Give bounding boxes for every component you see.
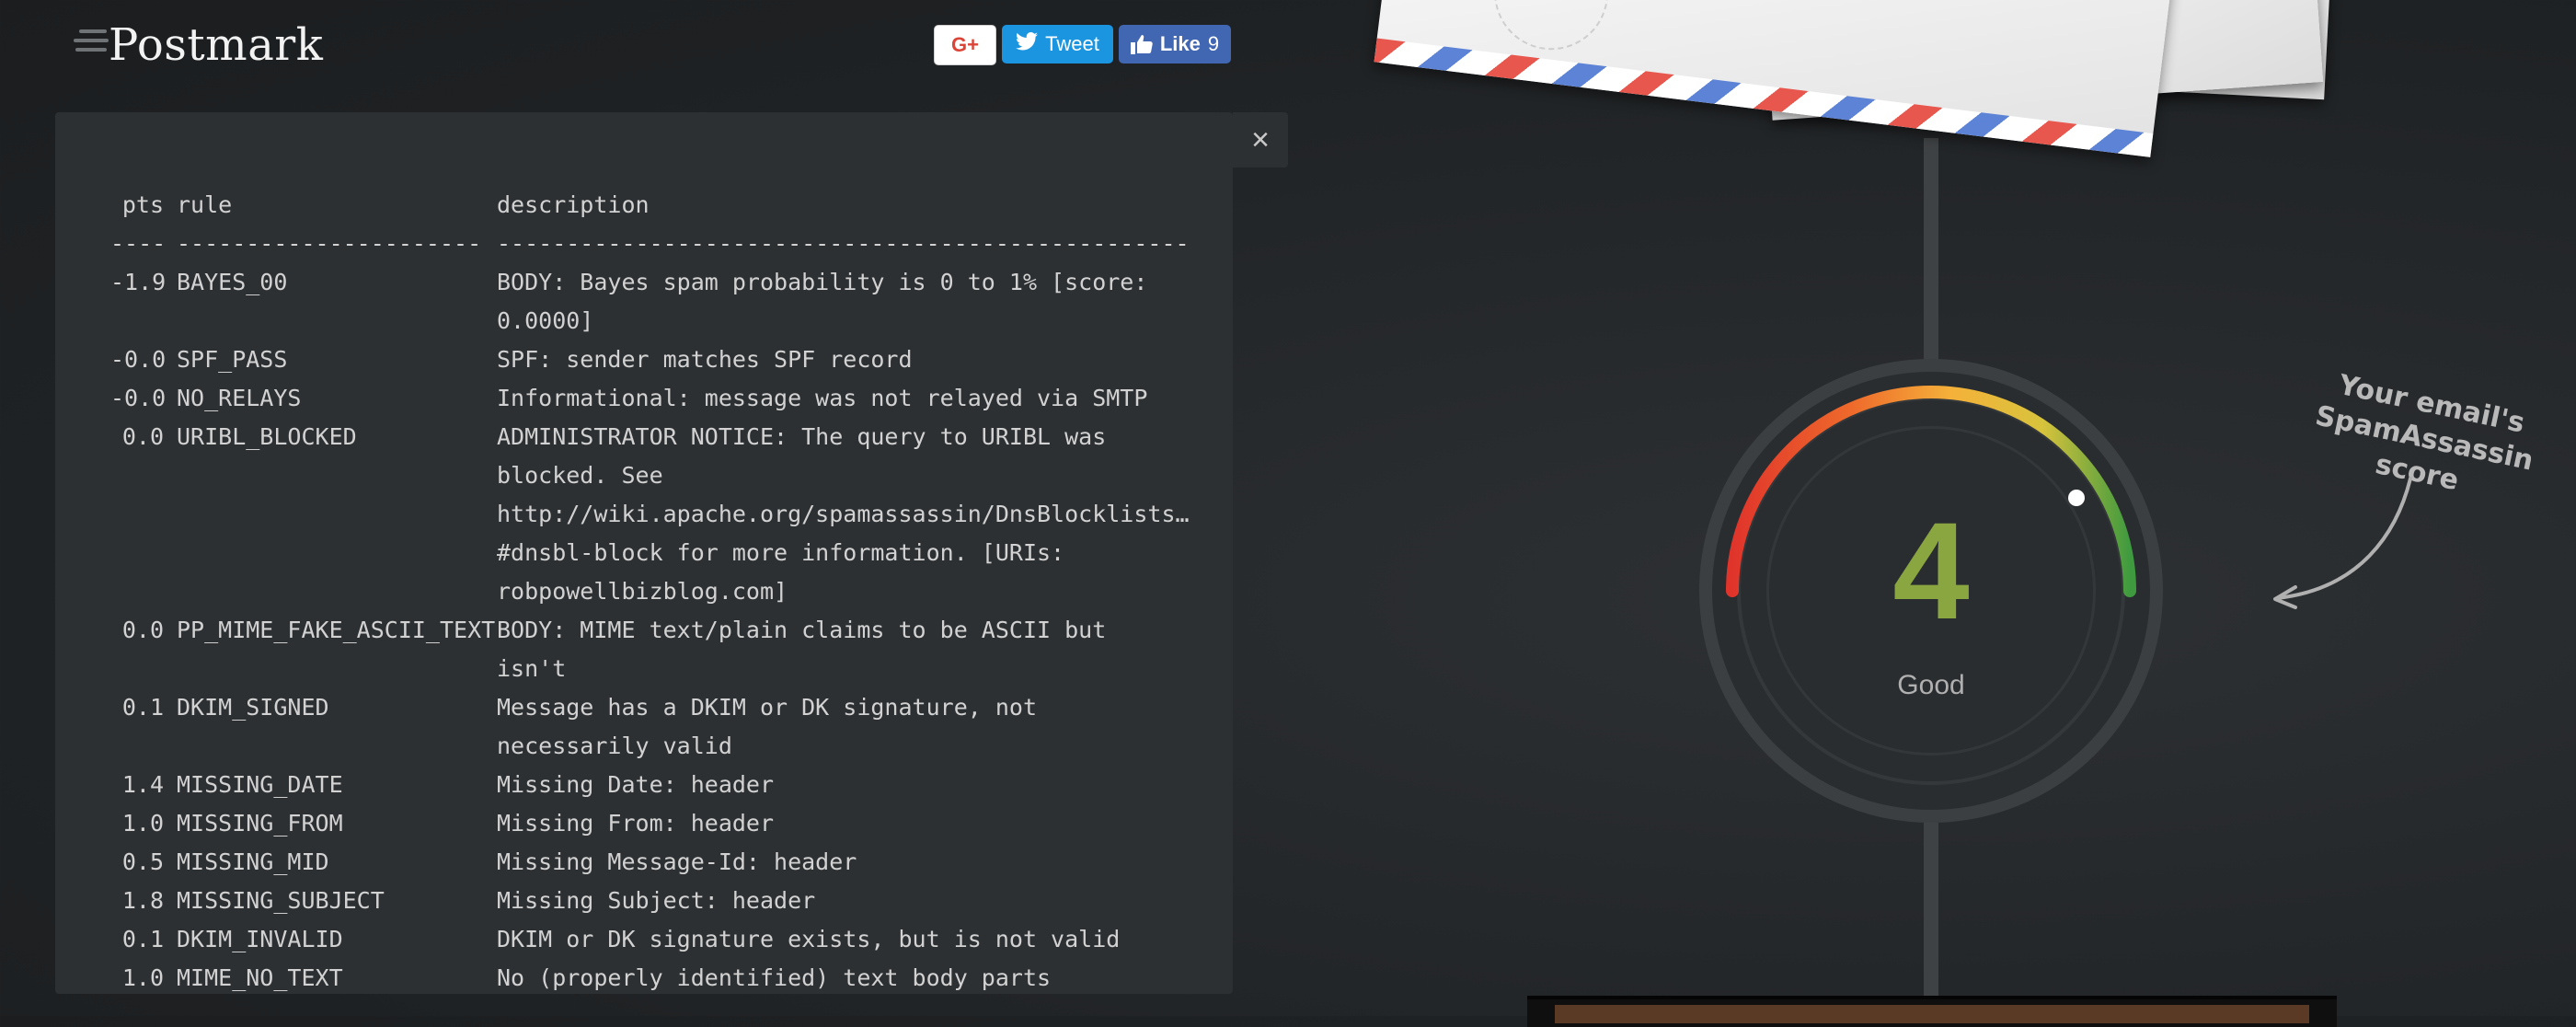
row-rule: DKIM_INVALID [177,926,343,952]
row-description: Missing Subject: header [497,887,816,914]
row-rule: SPF_PASS [177,346,288,373]
separator-description: ----------------------------------------… [497,230,1190,257]
row-pts: 1.0 [121,810,164,837]
report-row: 1.0 MIME_NO_TEXT No (properly identified) … [110,959,1159,998]
close-tab: × [1233,112,1288,167]
row-description: BODY: Bayes spam probability is 0 to 1% … [497,269,1148,334]
tweet-label: Tweet [1045,32,1099,55]
report-row: -1.9 BAYES_00 BODY: Bayes spam probability… [110,263,1159,340]
close-icon[interactable]: × [1233,112,1288,167]
report-row: 1.8 MISSING_SUBJECT Missing Subject: heade… [110,882,1159,920]
like-label: Like [1159,32,1201,55]
logo-text: Postmark [109,19,324,71]
report-header-row: pts rule description [110,186,1159,225]
spam-score-verdict: Good [1897,670,1965,700]
row-pts: 1.0 [121,964,164,991]
report-row: -0.0 SPF_PASS SPF: sender matches SPF reco… [110,340,1159,379]
report-row: 0.1 DKIM_INVALID DKIM or DK signature exis… [110,920,1159,959]
facebook-like-button[interactable]: Like 9 [1119,25,1231,63]
report-row: 1.4 MISSING_DATE Missing Date: header [110,766,1159,804]
spam-report-panel: pts rule description ---- --------------… [55,112,1233,994]
header-description: description [497,191,650,218]
spam-score-value: 4 [1892,493,1970,648]
row-description: BODY: MIME text/plain claims to be ASCII… [497,617,1121,682]
row-rule: MISSING_FROM [177,810,343,837]
report-row: 0.0 PP_MIME_FAKE_ASCII_TEXT BODY: MIME tex… [110,611,1159,688]
gauge-pole-bottom [1924,810,1938,1016]
envelopes-illustration [1374,0,2392,175]
postmark-stamp-icon [1488,0,1616,57]
spam-report-table: pts rule description ---- --------------… [110,186,1190,998]
row-description: Missing Date: header [497,771,775,798]
row-rule: URIBL_BLOCKED [177,423,357,450]
row-pts: 0.1 [121,926,164,952]
row-rule: MISSING_MID [177,848,329,875]
row-pts: -1.9 [110,269,167,295]
row-rule: BAYES_00 [177,269,288,295]
row-description: Missing Message-Id: header [497,848,857,875]
row-description: No (properly identified) text body parts [497,964,1052,991]
row-description: DKIM or DK signature exists, but is not … [497,926,1121,952]
row-rule: MISSING_SUBJECT [177,887,385,914]
report-row: 0.5 MISSING_MID Missing Message-Id: header [110,843,1159,882]
row-pts: -0.0 [110,346,167,373]
row-pts: 0.0 [121,423,164,450]
row-pts: 0.1 [121,694,164,721]
logo-speed-lines-icon [74,29,112,66]
airmail-envelope [1374,0,2178,157]
report-row: 0.0 URIBL_BLOCKED ADMINISTRATOR NOTICE: Th… [110,418,1190,611]
desk-surface [1555,1005,2309,1023]
row-pts: 0.5 [121,848,164,875]
thumbs-up-icon [1130,34,1153,54]
google-plus-label: G+ [951,33,979,56]
row-description: Message has a DKIM or DK signature, not … [497,694,1037,759]
row-rule: DKIM_SIGNED [177,694,329,721]
row-description: Informational: message was not relayed v… [497,385,1148,411]
report-row: 1.0 MISSING_FROM Missing From: header [110,804,1159,843]
header-rule: rule [177,191,233,218]
row-pts: 1.4 [121,771,164,798]
postmark-logo[interactable]: Postmark [74,13,323,77]
row-pts: 0.0 [121,617,164,643]
tweet-button[interactable]: Tweet [1002,25,1113,63]
separator-rule: ---------------------- [177,230,482,257]
like-count: 9 [1207,32,1220,55]
row-description: ADMINISTRATOR NOTICE: The query to URIBL… [497,423,1190,605]
row-rule: PP_MIME_FAKE_ASCII_TEXT [177,617,496,643]
header-pts: pts [121,191,164,218]
report-separator-row: ---- ---------------------- ------------… [110,225,1190,263]
row-pts: -0.0 [110,385,167,411]
row-description: SPF: sender matches SPF record [497,346,913,373]
report-row: 0.1 DKIM_SIGNED Message has a DKIM or DK s… [110,688,1159,766]
airmail-stripes [1374,38,2154,157]
twitter-bird-icon [1016,32,1039,56]
row-pts: 1.8 [121,887,164,914]
report-row: -0.0 NO_RELAYS Informational: message was … [110,379,1159,418]
row-rule: NO_RELAYS [177,385,302,411]
row-rule: MISSING_DATE [177,771,343,798]
separator-pts: ---- [110,230,167,257]
google-plus-share-button[interactable]: G+ [934,25,996,65]
annotation-arrow-icon [2273,477,2412,609]
row-rule: MIME_NO_TEXT [177,964,343,991]
report-rows: -1.9 BAYES_00 BODY: Bayes spam probability… [110,263,1190,998]
row-description: Missing From: header [497,810,775,837]
